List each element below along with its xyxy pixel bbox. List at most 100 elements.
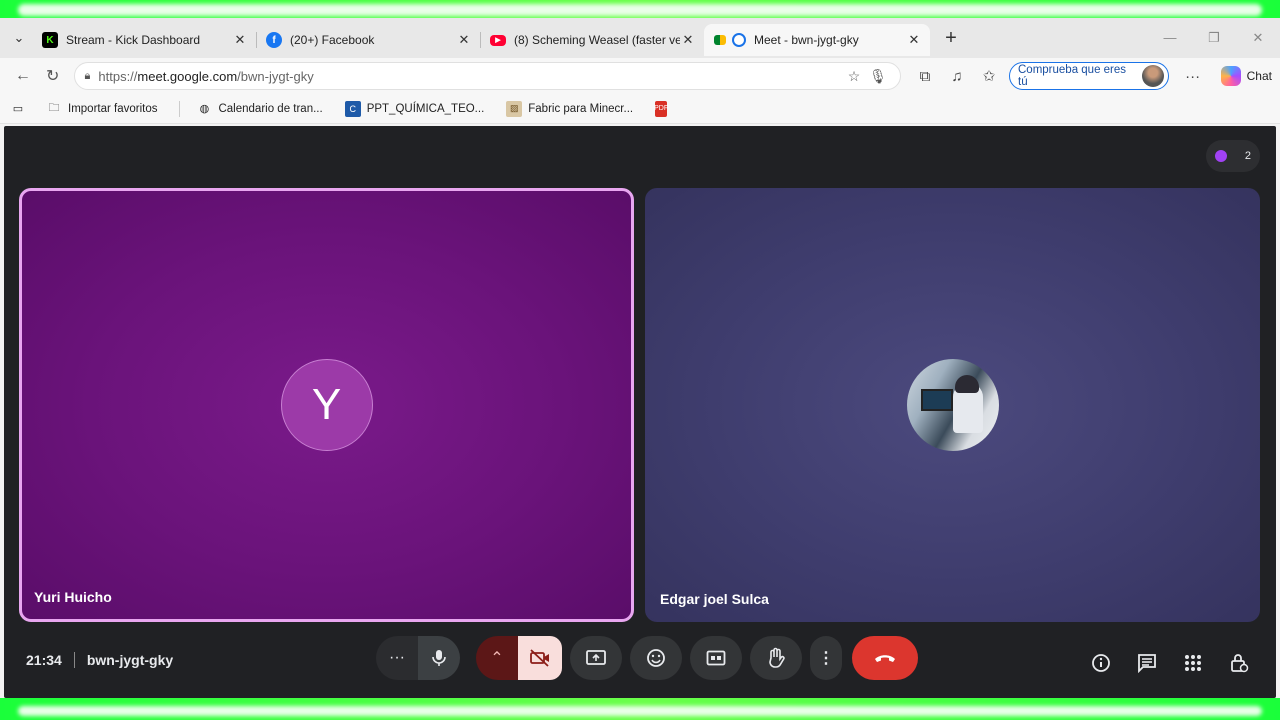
restore-icon[interactable]: ❐ [1192,30,1236,46]
minimize-icon[interactable]: — [1148,30,1192,46]
microphone-icon [432,650,446,666]
raise-hand-icon [769,647,785,668]
toolbar-icons: ⧉ ♫ ✩ [909,67,1005,86]
canva-icon: C [344,100,361,117]
extensions-puzzle-icon[interactable]: ⧉ [909,68,941,85]
address-bar[interactable]: 🔒︎ https://meet.google.com/bwn-jygt-gky … [73,62,901,90]
participant-name: Edgar joel Sulca [660,591,769,607]
bookmark-item[interactable]: PDF [654,100,673,117]
favorites-icon[interactable]: ✩ [973,67,1005,85]
pdf-icon: PDF [654,100,668,117]
video-options-button[interactable]: ⌃ [476,636,518,680]
activities-button[interactable] [1170,648,1216,678]
call-controls-bar: 21:34 bwn-jygt-gky ··· ⌃ ⋮ [4,626,1276,698]
tab-facebook[interactable]: f (20+) Facebook ✕ [256,24,480,56]
new-tab-plus-icon[interactable]: + [936,27,966,50]
fabric-icon: ▨ [506,100,523,117]
meeting-info: 21:34 bwn-jygt-gky [26,652,173,668]
profile-avatar [1141,65,1164,87]
bookmark-item[interactable]: ▨ Fabric para Minecr... [506,100,634,117]
tab-kick[interactable]: K Stream - Kick Dashboard ✕ [32,24,256,56]
url-text: https://meet.google.com/bwn-jygt-gky [98,68,314,84]
more-vert-icon: ⋮ [818,650,834,667]
bookmark-label: Importar favoritos [68,102,158,115]
chat-button[interactable] [1124,648,1170,678]
bookmark-item[interactable]: C PPT_QUÍMICA_TEO... [344,100,485,117]
profile-button[interactable]: Comprueba que eres tú [1009,62,1169,90]
youtube-icon: ▶ [490,34,506,46]
tab-title: (8) Scheming Weasel (faster versio [514,33,680,47]
meeting-details-button[interactable] [1078,648,1124,678]
reactions-button[interactable] [630,636,682,680]
back-arrow-icon[interactable]: ← [8,61,38,91]
participant-mini-avatar-icon [1214,150,1227,162]
present-screen-icon [586,650,606,665]
captions-icon [706,650,726,666]
info-icon [1092,654,1110,672]
avatar [906,359,999,451]
tab-meet[interactable]: Meet - bwn-jygt-gky ✕ [704,24,930,56]
close-icon[interactable]: ✕ [232,32,248,48]
avatar-monitor-shape [920,389,953,411]
tab-title: Meet - bwn-jygt-gky [754,33,859,47]
camera-button[interactable] [518,636,562,680]
close-icon[interactable]: ✕ [906,32,922,48]
participant-tile-yuri[interactable]: Y Yuri Huicho [19,188,634,622]
bookmark-item[interactable]: ◍ Calendario de tran... [196,101,323,117]
apps-grid-icon [1185,655,1201,671]
chat-label: Chat [1246,69,1272,83]
toolbar-more: ··· [1177,68,1209,85]
chat-icon [1138,654,1156,673]
participant-count: 2 [1244,150,1252,162]
microphone-button[interactable] [418,636,460,680]
media-control-icon[interactable]: ♫ [941,68,973,85]
profile-label: Comprueba que eres tú [1018,64,1127,88]
chevron-up-icon: ⌃ [490,650,504,667]
host-lock-icon [1231,654,1249,673]
bookmark-label: Fabric para Minecr... [528,102,634,115]
more-options-icon[interactable]: ··· [1177,68,1209,85]
audio-options-button[interactable]: ··· [376,636,418,680]
window-controls: — ❐ ✕ [1148,30,1280,46]
avatar-hair-shape [954,375,979,393]
participants-chip[interactable]: 2 [1206,140,1260,172]
side-panel-controls [1078,648,1262,678]
participant-tile-edgar[interactable]: Edgar joel Sulca [645,188,1260,622]
leave-call-button[interactable] [852,636,918,680]
host-controls-button[interactable] [1216,648,1262,678]
reload-icon[interactable]: ↻ [38,61,68,91]
recording-dot-icon [732,33,746,47]
bookmark-label: Calendario de tran... [218,102,323,115]
folder-import-icon: 🗀︎ [48,102,60,114]
navigation-bar: ← ↻ 🔒︎ https://meet.google.com/bwn-jygt-… [0,58,1280,94]
sidebar-toggle[interactable]: ▭ [10,101,32,117]
site-info-icon[interactable]: 🔒︎ [85,70,91,83]
tab-actions-icon: ▭ [12,103,24,115]
participant-name: Yuri Huicho [34,589,112,605]
kick-icon: K [42,32,58,48]
tab-title: (20+) Facebook [290,33,375,47]
more-options-button[interactable]: ⋮ [810,636,842,680]
facebook-icon: f [266,32,282,48]
meet-call-view: 2 Y Yuri Huicho Edgar joel Sulca 21:34 b… [4,126,1276,698]
globe-icon: ◍ [199,103,210,115]
bookmark-item[interactable]: 🗀︎ Importar favoritos [46,101,158,117]
divider [179,100,181,117]
close-icon[interactable]: ✕ [680,32,696,48]
favorite-star-icon[interactable]: ☆ [842,68,866,85]
captions-button[interactable] [690,636,742,680]
emoji-icon [647,649,665,667]
tab-list-chevron-icon[interactable]: ⌄ [6,25,32,51]
window-close-icon[interactable]: ✕ [1236,30,1280,46]
close-icon[interactable]: ✕ [456,32,472,48]
present-screen-button[interactable] [570,636,622,680]
call-controls: ··· ⌃ ⋮ [376,636,926,680]
bookmarks-bar: ▭ 🗀︎ Importar favoritos ◍ Calendario de … [0,94,1280,124]
copilot-chat-button[interactable]: Chat [1220,66,1272,86]
microphone-icon[interactable]: 🎙︎ [866,68,890,85]
browser-window: ⌄ K Stream - Kick Dashboard ✕ f (20+) Fa… [0,18,1280,698]
raise-hand-button[interactable] [750,636,802,680]
camera-off-icon [530,649,549,667]
tab-youtube[interactable]: ▶ (8) Scheming Weasel (faster versio ✕ [480,24,704,56]
bookmark-label: PPT_QUÍMICA_TEO... [366,102,485,115]
